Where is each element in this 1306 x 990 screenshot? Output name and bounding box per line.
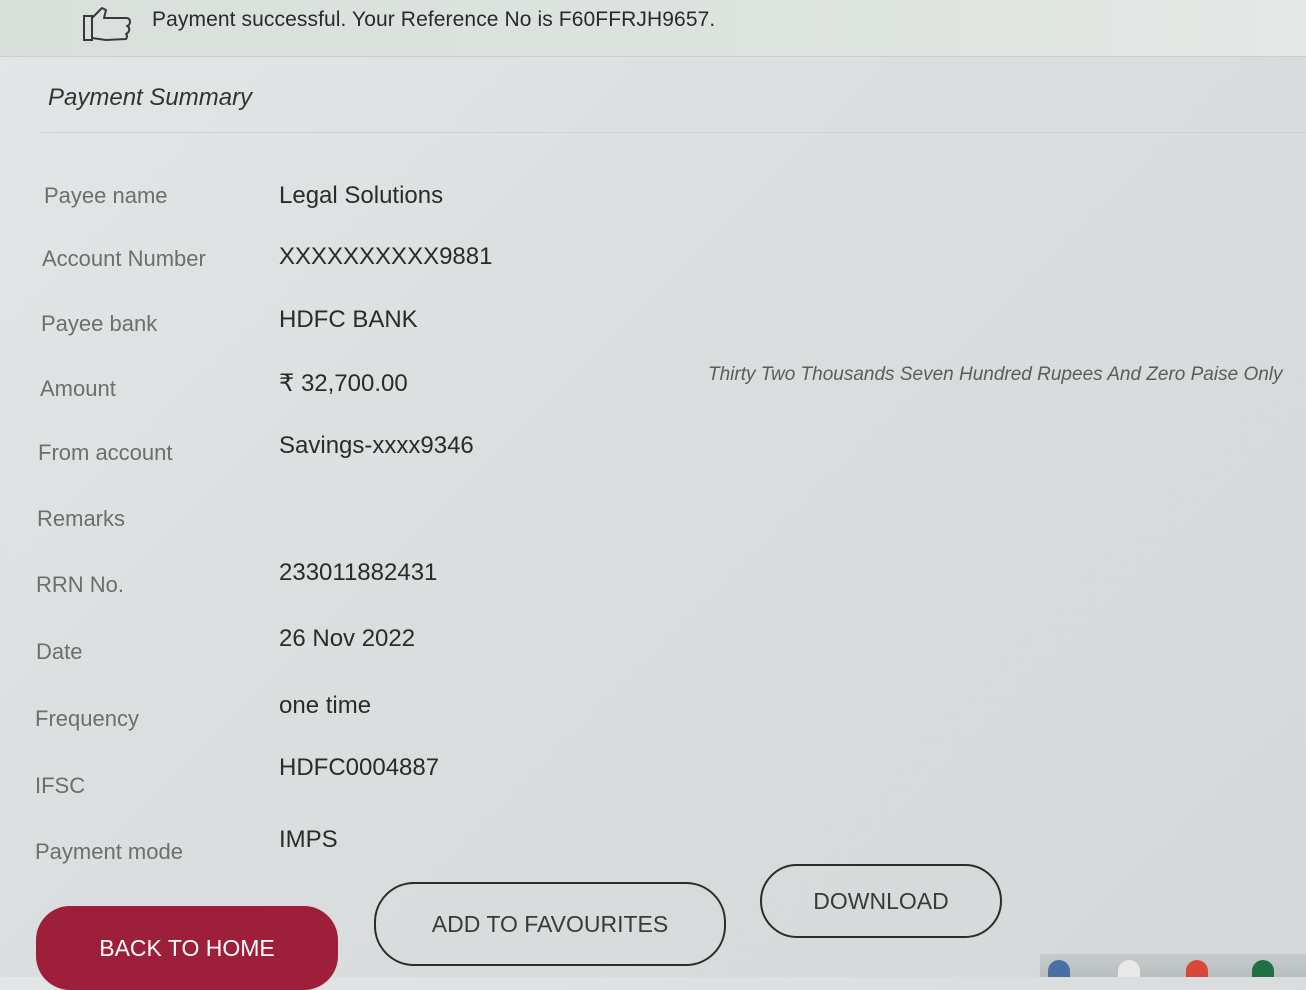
- ifsc-value: HDFC0004887: [279, 754, 440, 781]
- payment-mode-value: IMPS: [279, 826, 338, 853]
- thumbs-up-icon: [82, 4, 134, 44]
- account-number-label: Account Number: [42, 246, 206, 271]
- amount-label: Amount: [40, 376, 116, 401]
- payee-name-value: Legal Solutions: [279, 182, 444, 209]
- add-to-favourites-button[interactable]: ADD TO FAVOURITES: [374, 882, 726, 966]
- from-account-label: From account: [38, 440, 173, 465]
- taskbar-app-icon[interactable]: [1118, 960, 1140, 977]
- add-to-favourites-label: ADD TO FAVOURITES: [431, 910, 669, 937]
- payment-summary-title: Payment Summary: [48, 84, 253, 111]
- download-label: DOWNLOAD: [813, 887, 949, 914]
- remarks-label: Remarks: [37, 506, 126, 531]
- success-banner: Payment successful. Your Reference No is…: [0, 0, 1306, 57]
- amount-in-words: Thirty Two Thousands Seven Hundred Rupee…: [708, 364, 1283, 385]
- payee-name-label: Payee name: [44, 183, 168, 208]
- download-button[interactable]: DOWNLOAD: [760, 864, 1002, 938]
- excel-icon[interactable]: [1252, 960, 1274, 977]
- from-account-value: Savings-xxxx9346: [279, 432, 474, 459]
- rrn-label: RRN No.: [36, 572, 125, 597]
- payee-bank-value: HDFC BANK: [279, 306, 418, 333]
- success-message: Payment successful. Your Reference No is…: [152, 8, 716, 31]
- date-value: 26 Nov 2022: [279, 625, 416, 652]
- rrn-value: 233011882431: [279, 559, 438, 586]
- payee-bank-label: Payee bank: [41, 311, 158, 336]
- account-number-value: XXXXXXXXXX9881: [279, 243, 493, 270]
- back-to-home-button[interactable]: BACK TO HOME: [36, 906, 338, 990]
- divider: [40, 132, 1306, 133]
- chrome-icon[interactable]: [1186, 960, 1208, 977]
- payment-mode-label: Payment mode: [35, 839, 183, 864]
- amount-value: ₹ 32,700.00: [279, 370, 408, 397]
- taskbar-app-icon[interactable]: [1048, 960, 1070, 977]
- date-label: Date: [36, 639, 83, 664]
- ifsc-label: IFSC: [35, 773, 86, 798]
- frequency-label: Frequency: [35, 706, 139, 731]
- frequency-value: one time: [279, 692, 372, 719]
- back-to-home-label: BACK TO HOME: [99, 934, 275, 961]
